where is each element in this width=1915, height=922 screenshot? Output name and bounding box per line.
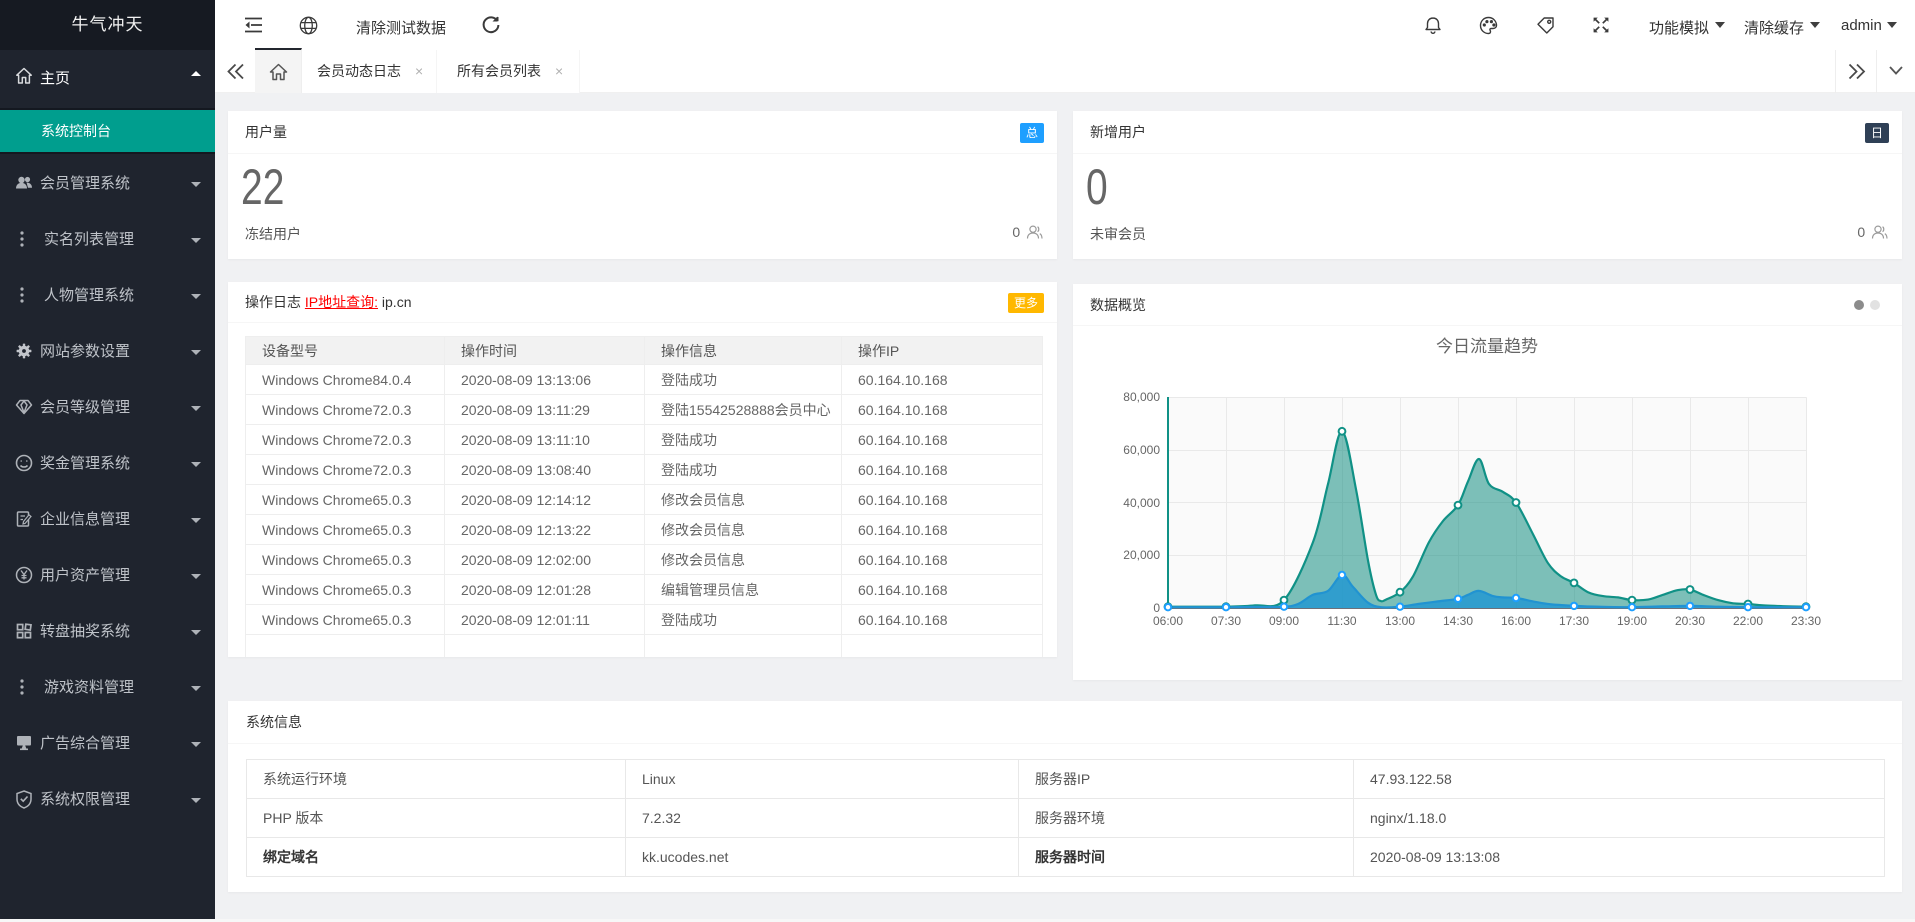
- svg-text:14:30: 14:30: [1443, 614, 1473, 628]
- svg-text:0: 0: [1153, 601, 1160, 615]
- svg-text:20:30: 20:30: [1675, 614, 1705, 628]
- svg-text:19:00: 19:00: [1617, 614, 1647, 628]
- svg-text:16:00: 16:00: [1501, 614, 1531, 628]
- svg-text:09:00: 09:00: [1269, 614, 1299, 628]
- svg-text:22:00: 22:00: [1733, 614, 1763, 628]
- svg-text:17:30: 17:30: [1559, 614, 1589, 628]
- svg-text:11:30: 11:30: [1327, 614, 1356, 628]
- svg-text:60,000: 60,000: [1123, 443, 1160, 457]
- svg-text:20,000: 20,000: [1123, 548, 1160, 562]
- svg-text:07:30: 07:30: [1211, 614, 1241, 628]
- svg-text:06:00: 06:00: [1153, 614, 1183, 628]
- svg-text:今日流量趋势: 今日流量趋势: [1436, 337, 1538, 356]
- svg-text:80,000: 80,000: [1123, 390, 1160, 404]
- svg-text:23:30: 23:30: [1791, 614, 1821, 628]
- svg-text:40,000: 40,000: [1123, 496, 1160, 510]
- svg-text:13:00: 13:00: [1385, 614, 1415, 628]
